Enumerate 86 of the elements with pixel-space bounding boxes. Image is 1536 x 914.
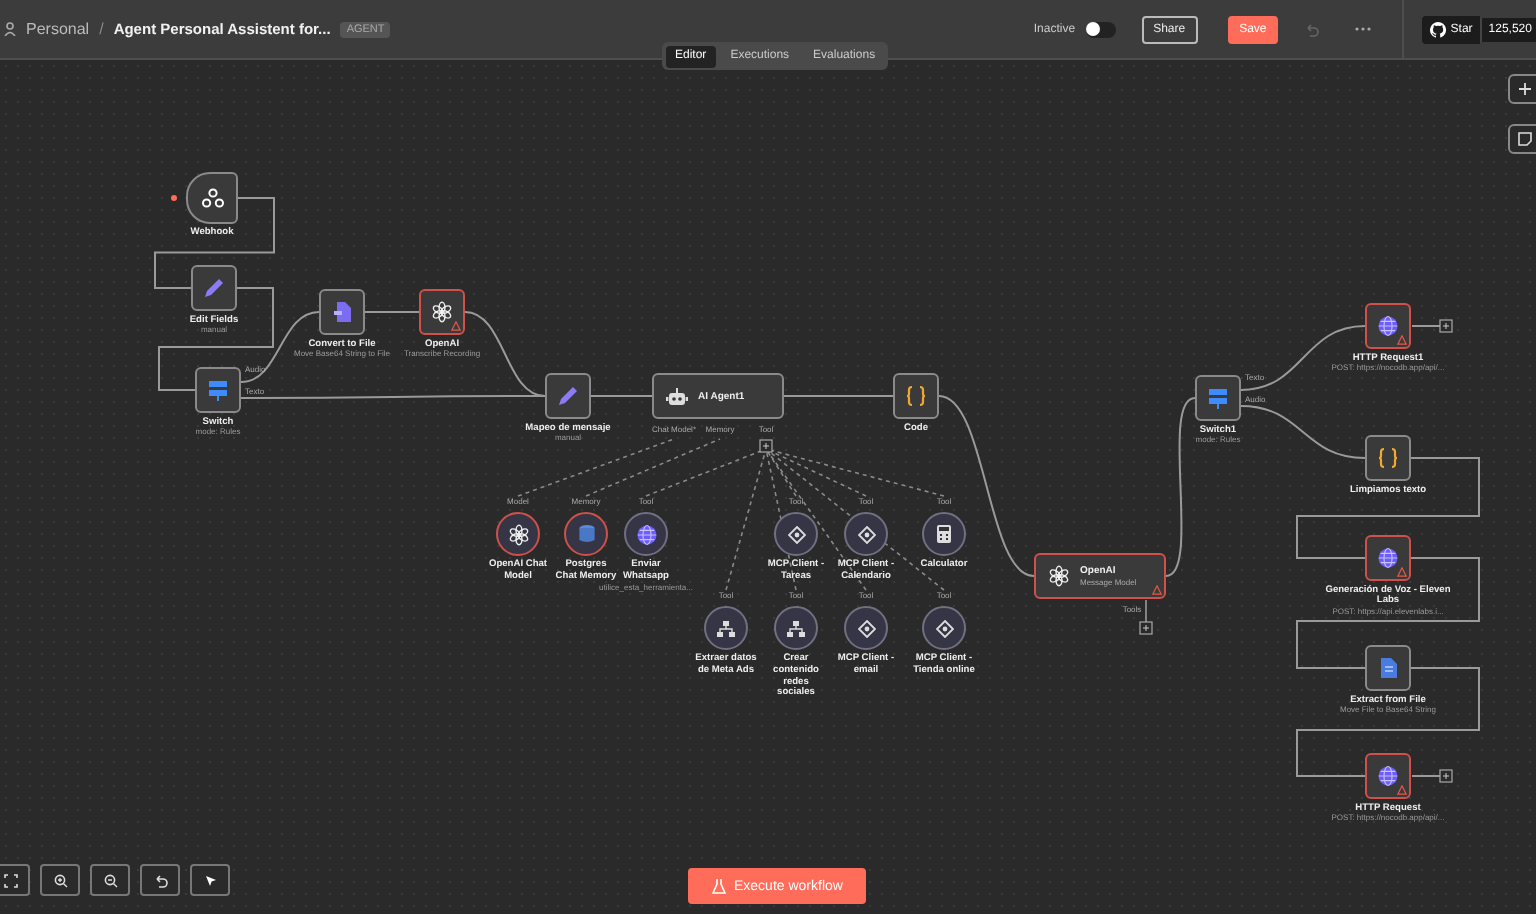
tool-node[interactable] <box>922 512 966 556</box>
tool-node[interactable] <box>624 512 668 556</box>
connector <box>590 395 653 397</box>
knot-icon <box>507 523 529 545</box>
diamond-icon <box>857 619 875 637</box>
person-icon <box>4 22 16 36</box>
zoom-out-button[interactable] <box>90 864 130 896</box>
diamond-icon <box>787 525 805 543</box>
connector <box>1145 599 1147 623</box>
node-card[interactable] <box>1365 435 1411 481</box>
zoom-in-icon <box>53 873 67 887</box>
sticky-note-button[interactable] <box>1508 124 1536 154</box>
warning-icon <box>451 321 461 331</box>
select-mode-button[interactable] <box>190 864 230 896</box>
reset-zoom-button[interactable] <box>140 864 180 896</box>
knot-icon <box>431 301 453 323</box>
webhook-icon <box>201 188 223 208</box>
tool-node[interactable] <box>774 512 818 556</box>
add-node-button[interactable] <box>1508 74 1536 104</box>
breadcrumb-separator: / <box>99 20 104 38</box>
globe-icon <box>635 523 657 545</box>
braces-icon <box>1377 447 1399 469</box>
plus-icon[interactable] <box>1439 319 1453 333</box>
globe-icon <box>1377 547 1399 569</box>
tool-node[interactable] <box>774 606 818 650</box>
active-toggle[interactable] <box>1085 21 1116 37</box>
document-icon <box>332 301 352 323</box>
note-icon <box>1518 132 1532 146</box>
plus-icon[interactable] <box>759 439 773 453</box>
database-icon <box>577 524 595 544</box>
more-icon[interactable] <box>1354 26 1373 32</box>
node-card[interactable] <box>1365 303 1411 349</box>
document-icon <box>1378 657 1398 679</box>
cursor-icon <box>203 873 217 887</box>
node-card[interactable] <box>1195 375 1241 421</box>
tool-node[interactable] <box>704 606 748 650</box>
node-card[interactable] <box>1365 753 1411 799</box>
trigger-dot <box>171 195 177 201</box>
node-card[interactable] <box>186 172 238 224</box>
fit-view-icon <box>3 873 17 887</box>
node-card[interactable] <box>419 289 465 335</box>
warning-icon <box>1152 585 1162 595</box>
pencil-icon <box>557 385 579 407</box>
flask-icon <box>712 878 726 894</box>
plus-icon <box>1518 82 1532 96</box>
globe-icon <box>1377 315 1399 337</box>
node-card[interactable] <box>195 367 241 413</box>
node-card[interactable] <box>1365 535 1411 581</box>
warning-icon <box>1397 567 1407 577</box>
warning-icon <box>1397 335 1407 345</box>
robot-icon <box>666 386 688 406</box>
zoom-in-button[interactable] <box>40 864 80 896</box>
node-card[interactable] <box>545 373 591 419</box>
signpost-icon <box>207 379 229 401</box>
fit-view-button[interactable] <box>0 864 30 896</box>
plus-icon[interactable] <box>1139 621 1153 635</box>
zoom-out-icon <box>103 873 117 887</box>
calculator-icon <box>936 524 952 544</box>
undo-icon <box>153 873 167 887</box>
diamond-icon <box>935 619 953 637</box>
signpost-icon <box>1207 387 1229 409</box>
sitemap-icon <box>786 619 806 637</box>
tool-node[interactable] <box>496 512 540 556</box>
braces-icon <box>905 385 927 407</box>
connector <box>783 395 894 397</box>
tool-node[interactable] <box>564 512 608 556</box>
knot-icon <box>1048 565 1070 587</box>
pencil-icon <box>203 277 225 299</box>
github-icon <box>1430 21 1447 37</box>
connector <box>364 311 420 313</box>
plus-icon[interactable] <box>1439 769 1453 783</box>
node-card[interactable] <box>191 265 237 311</box>
breadcrumb-link[interactable]: Personal <box>26 20 90 38</box>
connector <box>154 197 275 289</box>
connector <box>1411 325 1441 327</box>
node-card[interactable] <box>1365 645 1411 691</box>
globe-icon <box>1377 765 1399 787</box>
node-card[interactable] <box>319 289 365 335</box>
node-card[interactable] <box>893 373 939 419</box>
dashed-connector <box>585 438 721 497</box>
warning-icon <box>1397 785 1407 795</box>
tool-node[interactable] <box>844 606 888 650</box>
diamond-icon <box>857 525 875 543</box>
sitemap-icon <box>716 619 736 637</box>
tool-node[interactable] <box>922 606 966 650</box>
tool-node[interactable] <box>844 512 888 556</box>
